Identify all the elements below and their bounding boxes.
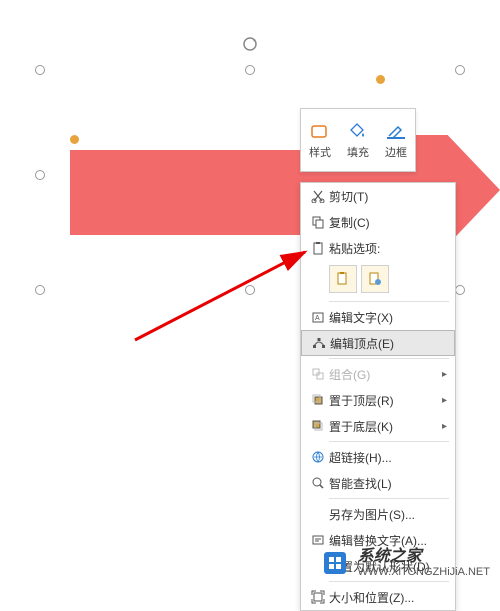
svg-text:A: A [315,315,320,322]
menu-label: 剪切(T) [329,188,447,205]
menu-paste-options: 粘贴选项: [301,235,455,261]
menu-label: 编辑文字(X) [329,309,447,326]
menu-label: 组合(G) [329,366,442,383]
menu-group[interactable]: 组合(G) ▸ [301,361,455,387]
fill-button[interactable]: 填充 [339,109,377,171]
menu-bring-front[interactable]: 置于顶层(R) ▸ [301,387,455,413]
selection-handle[interactable] [35,65,45,75]
mini-toolbar: 样式 填充 边框 [300,108,416,172]
submenu-arrow-icon: ▸ [442,421,447,432]
menu-label: 置于底层(K) [329,418,442,435]
selection-handle[interactable] [35,285,45,295]
watermark: 系统之家 WWW.XiTONGZHiJiA.NET [318,546,490,580]
paste-options-row [301,261,455,299]
menu-separator [329,441,449,442]
selection-handle[interactable] [455,65,465,75]
style-icon [310,121,330,141]
menu-separator [329,301,449,302]
paste-icon [307,239,329,257]
menu-label: 智能查找(L) [329,475,447,492]
menu-send-back[interactable]: 置于底层(K) ▸ [301,413,455,439]
menu-label: 置于顶层(R) [329,392,442,409]
selection-handle[interactable] [245,65,255,75]
submenu-arrow-icon: ▸ [442,369,447,380]
fill-icon [348,121,368,141]
menu-label: 粘贴选项: [329,240,447,257]
selection-handle[interactable] [245,285,255,295]
cut-icon [307,187,329,205]
menu-hyperlink[interactable]: 超链接(H)... [301,444,455,470]
fill-label: 填充 [347,144,369,160]
edit-point[interactable] [376,75,385,84]
style-button[interactable]: 样式 [301,109,339,171]
watermark-logo-icon [318,546,352,580]
menu-label: 超链接(H)... [329,449,447,466]
menu-cut[interactable]: 剪切(T) [301,183,455,209]
menu-label: 大小和位置(Z)... [329,589,447,606]
menu-separator [329,358,449,359]
border-icon [386,121,406,141]
paste-option-1[interactable] [329,265,357,293]
submenu-arrow-icon: ▸ [442,395,447,406]
rotate-handle[interactable] [241,35,259,58]
menu-edit-points[interactable]: 编辑顶点(E) [301,330,455,356]
edit-points-icon [308,334,330,352]
lookup-icon [307,474,329,492]
border-button[interactable]: 边框 [377,109,415,171]
menu-save-as-picture[interactable]: 另存为图片(S)... [301,501,455,527]
selection-handle[interactable] [455,285,465,295]
menu-label: 另存为图片(S)... [329,506,447,523]
menu-label: 编辑顶点(E) [330,335,446,352]
link-icon [307,448,329,466]
border-label: 边框 [385,144,407,160]
menu-label: 复制(C) [329,214,447,231]
size-icon [307,588,329,606]
group-icon [307,365,329,383]
watermark-name: 系统之家 [358,547,490,566]
menu-edit-text[interactable]: A 编辑文字(X) [301,304,455,330]
send-back-icon [307,417,329,435]
paste-option-2[interactable] [361,265,389,293]
watermark-url: WWW.XiTONGZHiJiA.NET [358,566,490,579]
menu-separator [329,581,449,582]
menu-copy[interactable]: 复制(C) [301,209,455,235]
selection-handle[interactable] [35,170,45,180]
menu-separator [329,498,449,499]
menu-smart-lookup[interactable]: 智能查找(L) [301,470,455,496]
edit-text-icon: A [307,308,329,326]
copy-icon [307,213,329,231]
style-label: 样式 [309,144,331,160]
bring-front-icon [307,391,329,409]
